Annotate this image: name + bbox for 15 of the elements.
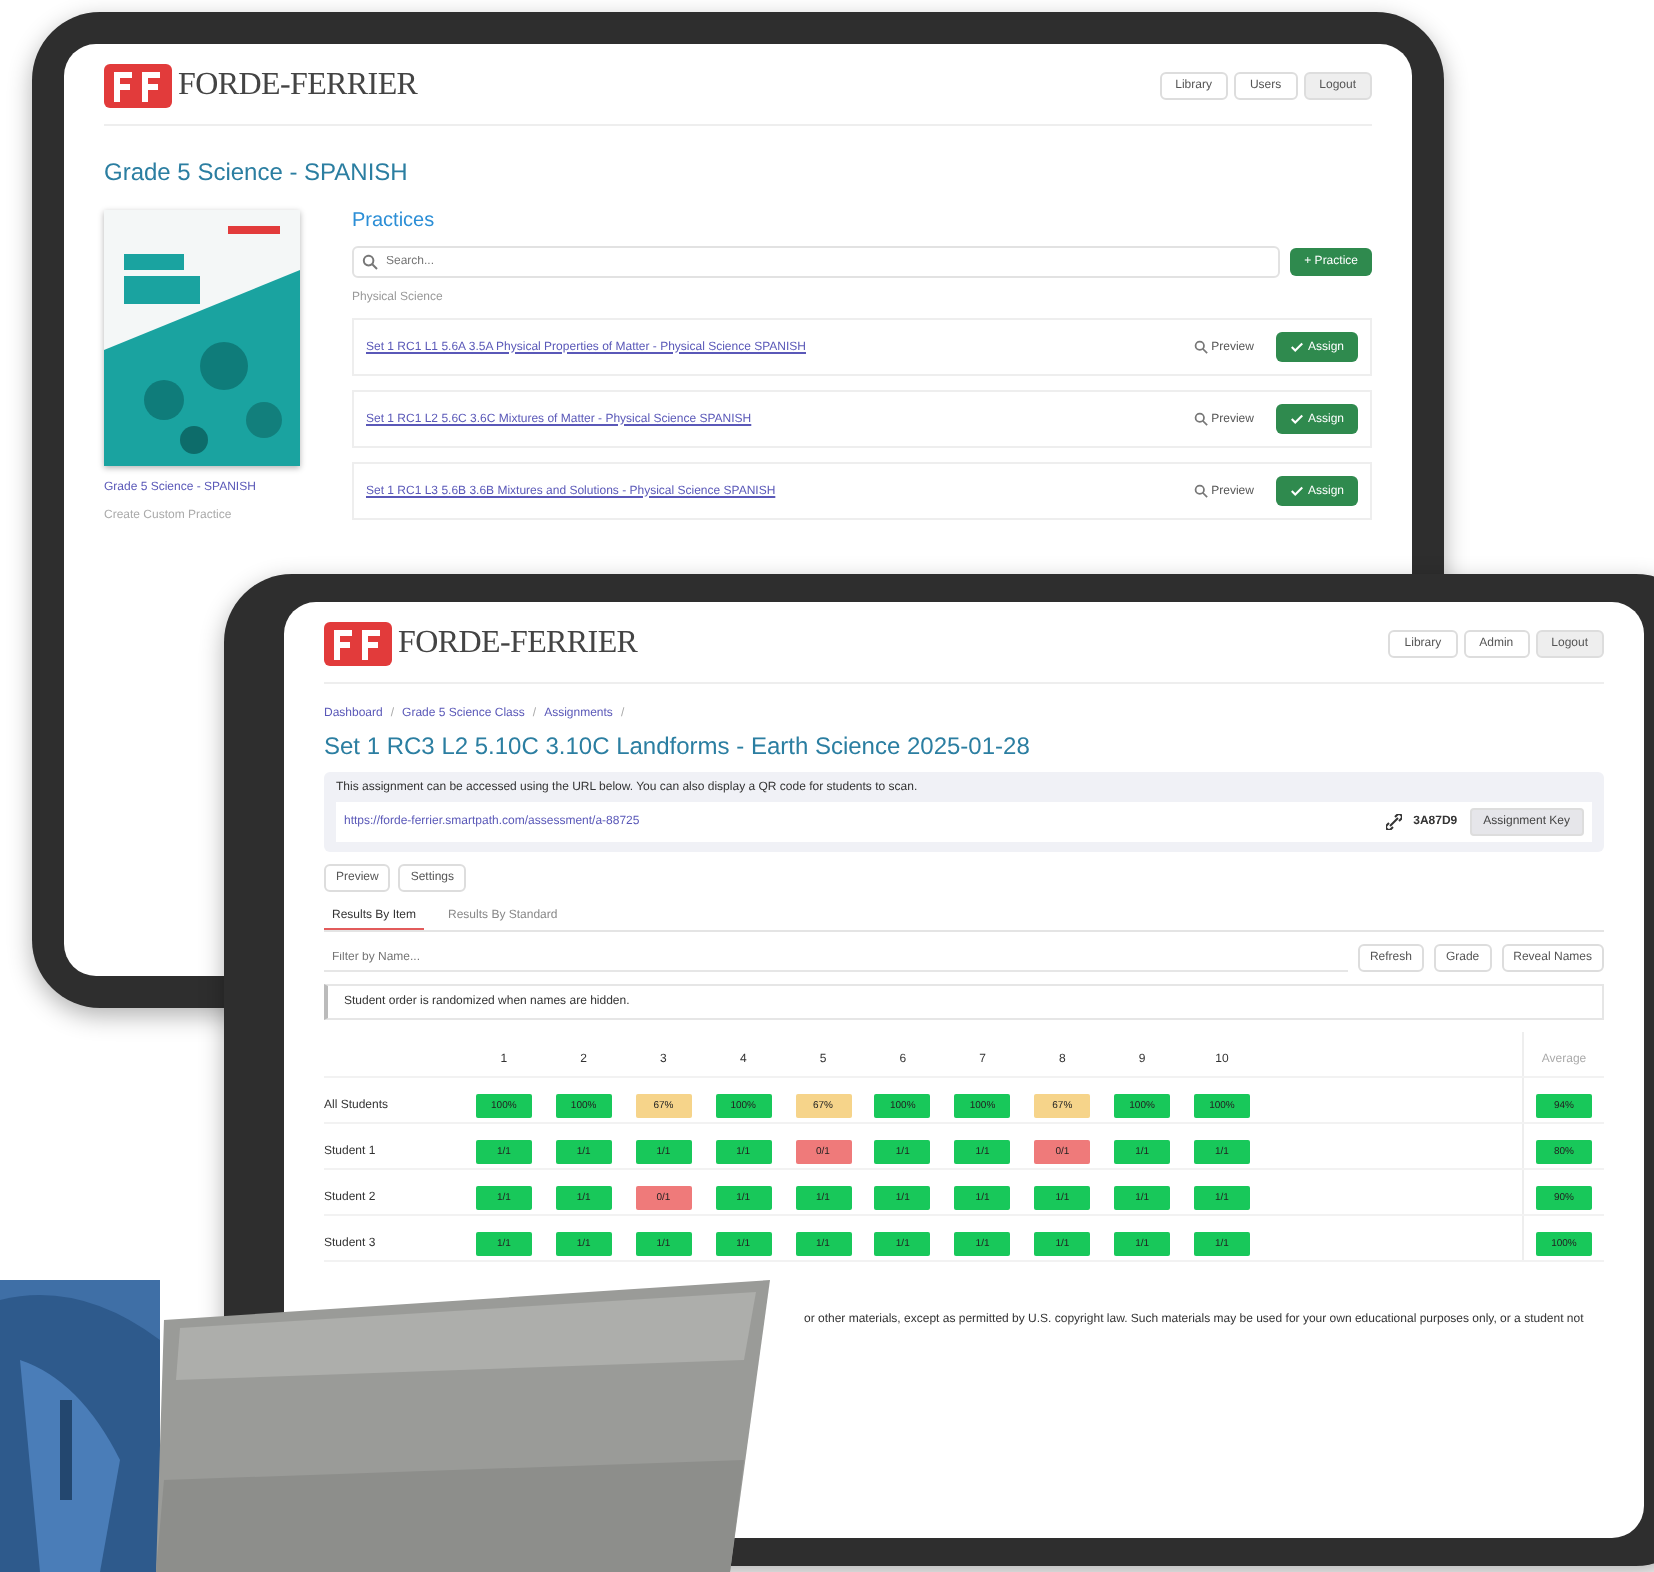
link-icon[interactable]: [1385, 814, 1402, 830]
search-icon: [1193, 412, 1208, 426]
page-title: Grade 5 Science - SPANISH: [104, 158, 410, 186]
section-title: Practices: [352, 210, 437, 232]
search-icon: [1193, 484, 1208, 498]
check-icon: [1289, 412, 1304, 426]
search-icon: [362, 254, 378, 270]
page-title: Set 1 RC3 L2 5.10C 3.10C Landforms - Earth Science 2025-01-28: [324, 732, 1032, 760]
logo-icon: [104, 64, 172, 108]
logo-icon: [324, 622, 392, 666]
check-icon: [1289, 484, 1304, 498]
search-icon: [1193, 340, 1208, 354]
logo-text: FORDE-FERRIER: [178, 68, 418, 104]
check-icon: [1289, 340, 1304, 354]
logo-text: FORDE-FERRIER: [398, 626, 638, 662]
